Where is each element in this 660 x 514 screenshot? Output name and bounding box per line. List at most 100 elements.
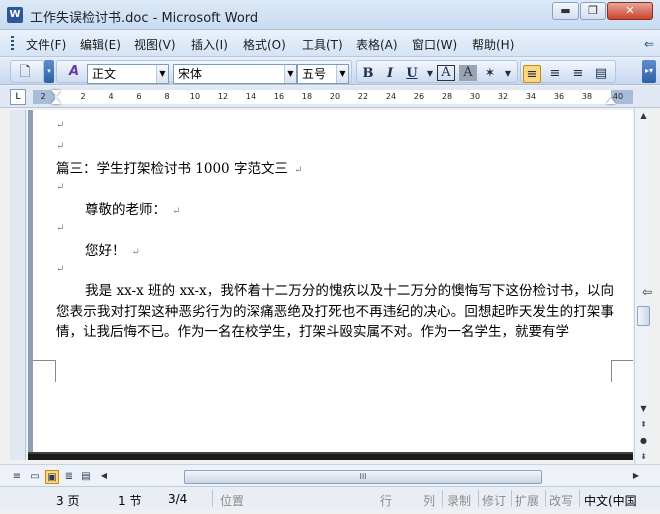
font-size-select[interactable]: 五号 ▼ [297,64,349,84]
center-icon[interactable]: ≡ [546,65,564,83]
ruler-tick: 32 [497,92,509,101]
chevron-down-icon[interactable]: ▼ [499,65,517,83]
ruler-tick: 2 [80,92,86,101]
menu-table[interactable]: 表格(A) [356,36,398,53]
scroll-down-button[interactable]: ▼ [635,402,652,416]
previous-page-button[interactable]: ⇞ [635,418,652,432]
empty-paragraph[interactable]: ↵ [56,137,64,153]
horizontal-ruler-bar: L 2 2 4 6 8 10 12 14 16 18 20 22 24 26 2… [0,86,660,108]
scroll-up-button[interactable]: ▲ [635,109,652,123]
body-paragraph[interactable]: 我是 xx-x 班的 xx-x，我怀着十二万分的愧疚以及十二万分的懊悔写下这份检… [56,281,614,343]
close-button[interactable]: ✕ [607,2,653,20]
greeting-paragraph[interactable]: 您好！ ↵ [85,239,140,259]
heading-paragraph[interactable]: 篇三：学生打架检讨书 1000 字范文三 ↵ [56,157,302,177]
ruler-tick: 30 [469,92,481,101]
status-record[interactable]: 录制 [447,492,471,509]
bold-icon[interactable]: B [359,65,377,83]
vertical-ruler[interactable] [10,110,26,460]
font-select[interactable]: 宋体 ▼ [173,64,297,84]
align-right-icon[interactable]: ≡ [569,65,587,83]
chevron-down-icon[interactable]: ▼ [336,65,348,83]
normal-view-button[interactable]: ≡ [10,470,24,484]
ruler-tick: 16 [273,92,285,101]
standard-toolbar-panel: 🗋 [10,60,44,83]
right-indent-marker[interactable] [606,98,616,104]
status-separator [442,490,443,507]
ruler-tick: 12 [217,92,229,101]
text-format-panel: B I U ▼ A A ✶ ▼ [356,60,518,83]
salutation-paragraph[interactable]: 尊敬的老师： ↵ [85,198,180,218]
doc-heading: 篇三：学生打架检讨书 1000 字范文三 [56,161,288,177]
maximize-button[interactable]: ❐ [580,2,606,20]
scroll-right-button[interactable]: ▶ [630,469,642,483]
status-separator [212,490,213,507]
document-page[interactable]: ↵ ↵ 篇三：学生打架检讨书 1000 字范文三 ↵ ↵ 尊敬的老师： ↵ ↵ 您好… [33,110,633,452]
menu-format[interactable]: 格式(O) [243,36,286,53]
select-browse-object-button[interactable]: ● [635,434,652,448]
reading-layout-view-button[interactable]: ▤ [79,470,93,484]
ruler-tick: 36 [553,92,565,101]
style-select[interactable]: 正文 ▼ [87,64,169,84]
hanging-indent-marker[interactable] [51,98,61,104]
status-extend[interactable]: 扩展 [515,492,539,509]
menu-help[interactable]: 帮助(H) [472,36,514,53]
ruler-tick: 4 [108,92,114,101]
print-layout-view-button[interactable]: ▣ [45,470,59,484]
styles-pane-icon[interactable]: A [65,63,83,81]
horizontal-scroll-track[interactable]: III [112,470,624,484]
horizontal-ruler[interactable]: 2 2 4 6 8 10 12 14 16 18 20 22 24 26 28 … [33,90,633,104]
toolbar-options-button[interactable]: ▸▾ [642,60,656,83]
new-document-icon[interactable]: 🗋 [16,63,34,81]
empty-paragraph[interactable]: ↵ [56,178,64,194]
menu-edit[interactable]: 编辑(E) [80,36,121,53]
menu-tools[interactable]: 工具(T) [302,36,343,53]
doc-greeting: 您好！ [85,243,126,259]
menu-file[interactable]: 文件(F) [26,36,66,53]
justify-icon[interactable]: ▤ [592,65,610,83]
ruler-tick: 20 [329,92,341,101]
ruler-tick: 10 [189,92,201,101]
toolbar-overflow-left[interactable]: ▾ [44,60,54,83]
status-separator [511,490,512,507]
empty-paragraph[interactable]: ↵ [56,116,64,132]
underline-icon[interactable]: U [403,65,421,83]
clear-formatting-icon[interactable]: ✶ [481,65,499,83]
ruler-tick: 26 [413,92,425,101]
document-area[interactable]: ↵ ↵ 篇三：学生打架检讨书 1000 字范文三 ↵ ↵ 尊敬的老师： ↵ ↵ 您好… [28,110,633,460]
font-toolbar-panel: A 正文 ▼ 宋体 ▼ 五号 ▼ [56,60,352,84]
menu-insert[interactable]: 插入(I) [191,36,228,53]
minimize-button[interactable]: ▬ [552,2,579,20]
font-size-value: 五号 [302,67,327,81]
ruler-tick: 18 [301,92,313,101]
status-column: 列 [423,494,436,508]
ruler-tick: 22 [357,92,369,101]
first-line-indent-marker[interactable] [51,90,61,96]
next-page-button[interactable]: ⇟ [635,450,652,464]
status-separator [579,490,580,507]
chevron-down-icon[interactable]: ▼ [156,65,168,83]
word-app-icon[interactable]: W [7,7,23,23]
align-left-icon[interactable]: ≡ [523,65,541,83]
outline-view-button[interactable]: ≣ [62,470,76,484]
status-overtype[interactable]: 改写 [549,492,573,509]
web-layout-view-button[interactable]: ▭ [28,470,42,484]
ruler-tick: 14 [245,92,257,101]
menu-grip-handle[interactable] [11,36,14,52]
font-select-value: 宋体 [178,67,203,81]
horizontal-scroll-thumb[interactable]: III [184,470,542,484]
vertical-scroll-thumb[interactable] [637,306,650,326]
italic-icon[interactable]: I [381,65,399,83]
status-revise[interactable]: 修订 [482,492,506,509]
menu-view[interactable]: 视图(V) [134,36,176,53]
menu-window[interactable]: 窗口(W) [412,36,457,53]
character-shading-icon[interactable]: A [459,65,477,81]
chevron-down-icon[interactable]: ▼ [284,65,296,83]
empty-paragraph[interactable]: ↵ [56,260,64,276]
menu-overflow-icon[interactable]: ⇐ [644,37,654,51]
tab-selector-button[interactable]: L [10,89,26,105]
empty-paragraph[interactable]: ↵ [56,219,64,235]
style-select-value: 正文 [92,67,117,81]
character-border-icon[interactable]: A [437,65,455,81]
ruler-tick: 2 [40,92,46,101]
scroll-left-button[interactable]: ◀ [98,469,110,483]
